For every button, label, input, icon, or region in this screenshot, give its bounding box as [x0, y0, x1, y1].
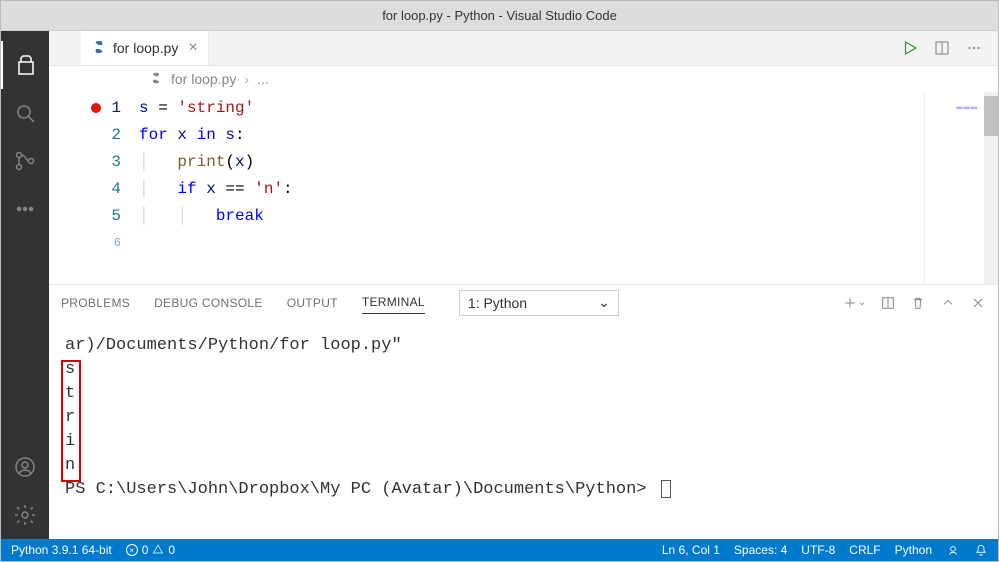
- new-terminal-icon[interactable]: ⌄: [842, 295, 866, 311]
- split-terminal-icon[interactable]: [880, 295, 896, 311]
- terminal-output[interactable]: ar)/Documents/Python/for loop.py" s t r …: [49, 320, 998, 539]
- tab-label: for loop.py: [113, 40, 178, 56]
- breadcrumb[interactable]: for loop.py › ...: [49, 66, 998, 92]
- status-language[interactable]: Python: [895, 543, 932, 557]
- line-number: 3: [49, 148, 139, 175]
- panel-tabs: PROBLEMS DEBUG CONSOLE OUTPUT TERMINAL 1…: [49, 285, 998, 320]
- terminal-line: n: [65, 454, 982, 478]
- minimap[interactable]: ▂▂▂: [924, 92, 984, 284]
- status-encoding[interactable]: UTF-8: [801, 543, 835, 557]
- window-title: for loop.py - Python - Visual Studio Cod…: [382, 8, 617, 23]
- terminal-line: r: [65, 406, 982, 430]
- source-control-icon[interactable]: [1, 137, 49, 185]
- code-editor[interactable]: 1 2 3 4 5 6 s = 'string' for x in s: │ p…: [49, 92, 998, 284]
- split-editor-icon[interactable]: [932, 38, 952, 58]
- status-notifications-icon[interactable]: [974, 543, 988, 557]
- status-bar: Python 3.9.1 64-bit ×0 0 Ln 6, Col 1 Spa…: [1, 539, 998, 561]
- tab-terminal[interactable]: TERMINAL: [362, 295, 425, 314]
- breakpoint-icon[interactable]: [91, 103, 101, 113]
- close-panel-icon[interactable]: [970, 295, 986, 311]
- line-number: 4: [49, 175, 139, 202]
- status-problems[interactable]: ×0 0: [126, 543, 175, 558]
- breadcrumb-file: for loop.py: [171, 71, 236, 87]
- vertical-scrollbar[interactable]: [984, 92, 998, 284]
- gutter: 1 2 3 4 5 6: [49, 92, 139, 284]
- bottom-panel: PROBLEMS DEBUG CONSOLE OUTPUT TERMINAL 1…: [49, 284, 998, 539]
- search-icon[interactable]: [1, 89, 49, 137]
- error-icon: ×: [126, 544, 138, 556]
- status-feedback-icon[interactable]: [946, 543, 960, 557]
- maximize-panel-icon[interactable]: [940, 295, 956, 311]
- editor-actions: [900, 31, 998, 65]
- line-number: 1: [49, 94, 139, 121]
- status-indentation[interactable]: Spaces: 4: [734, 543, 787, 557]
- terminal-selector[interactable]: 1: Python ⌄: [459, 290, 619, 316]
- terminal-line: i: [65, 430, 982, 454]
- tab-output[interactable]: OUTPUT: [287, 296, 338, 310]
- settings-gear-icon[interactable]: [1, 491, 49, 539]
- warning-icon: [152, 543, 164, 558]
- terminal-line: t: [65, 382, 982, 406]
- kill-terminal-icon[interactable]: [910, 295, 926, 311]
- tab-close-icon[interactable]: ×: [188, 39, 197, 57]
- editor-tab[interactable]: for loop.py ×: [81, 31, 209, 65]
- breadcrumb-more: ...: [257, 71, 269, 87]
- line-number: 2: [49, 121, 139, 148]
- tab-bar: for loop.py ×: [49, 31, 998, 66]
- terminal-line: ar)/Documents/Python/for loop.py": [65, 334, 982, 358]
- status-eol[interactable]: CRLF: [849, 543, 880, 557]
- line-number: 6: [49, 229, 139, 256]
- line-number: 5: [49, 202, 139, 229]
- tab-debug-console[interactable]: DEBUG CONSOLE: [154, 296, 263, 310]
- terminal-selector-label: 1: Python: [468, 295, 527, 311]
- activity-bar: [1, 31, 49, 539]
- tab-problems[interactable]: PROBLEMS: [61, 296, 130, 310]
- more-actions-icon[interactable]: [964, 38, 984, 58]
- more-icon[interactable]: [1, 185, 49, 233]
- python-file-icon: [91, 39, 107, 58]
- editor-area: for loop.py × for loop.py › ...: [49, 31, 998, 539]
- panel-actions: ⌄: [842, 295, 986, 311]
- main-area: for loop.py × for loop.py › ...: [1, 31, 998, 539]
- explorer-icon[interactable]: [1, 41, 49, 89]
- run-icon[interactable]: [900, 38, 920, 58]
- terminal-prompt: PS C:\Users\John\Dropbox\My PC (Avatar)\…: [65, 478, 982, 502]
- accounts-icon[interactable]: [1, 443, 49, 491]
- chevron-down-icon: ⌄: [598, 294, 610, 311]
- python-file-icon: [149, 71, 163, 88]
- chevron-right-icon: ›: [244, 71, 249, 87]
- terminal-cursor: [661, 480, 671, 498]
- status-python-version[interactable]: Python 3.9.1 64-bit: [11, 543, 112, 557]
- window-title-bar: for loop.py - Python - Visual Studio Cod…: [1, 1, 998, 31]
- terminal-line: s: [65, 358, 982, 382]
- status-cursor-position[interactable]: Ln 6, Col 1: [662, 543, 720, 557]
- code-body[interactable]: s = 'string' for x in s: │ print(x) │ if…: [139, 92, 924, 284]
